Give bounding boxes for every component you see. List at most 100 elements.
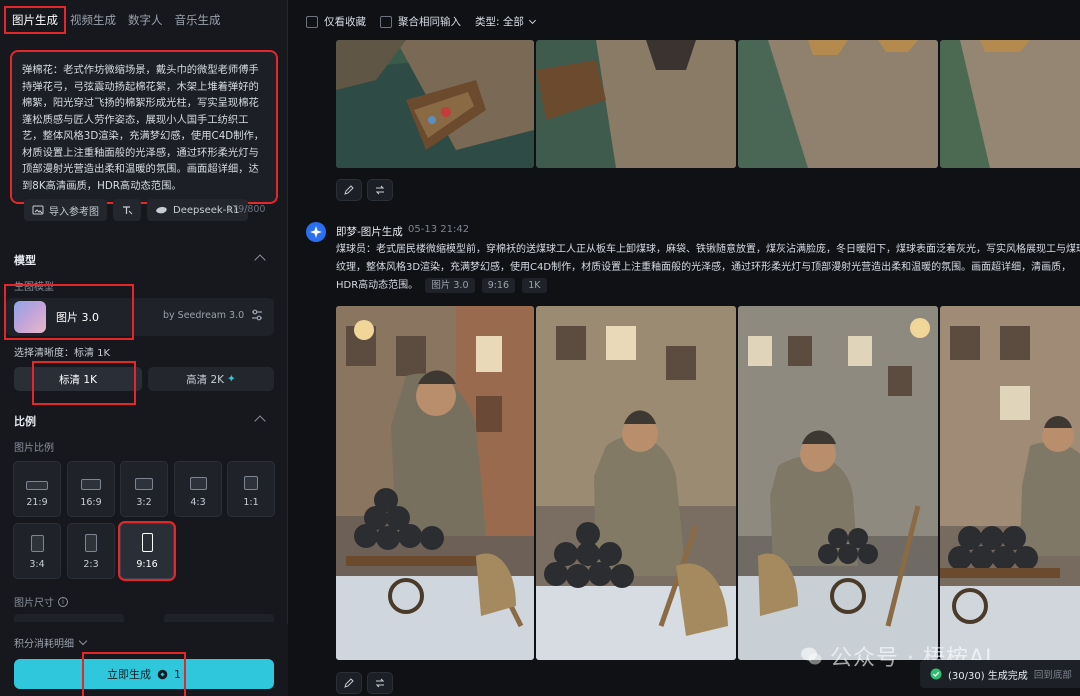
model-section-title: 模型	[14, 254, 36, 267]
ratio-label: 3:4	[29, 559, 45, 570]
generation-toast[interactable]: (30/30) 生成完成 回到底部	[920, 660, 1080, 688]
ratio-16-9[interactable]: 16:9	[67, 461, 115, 517]
jimeng-avatar	[306, 222, 326, 242]
ratio-section-title: 比例	[14, 415, 36, 428]
back-to-bottom-link[interactable]: 回到底部	[1034, 667, 1072, 681]
result-image-5[interactable]	[336, 306, 534, 660]
refresh-icon	[375, 185, 385, 195]
char-counter: 179/800	[226, 204, 266, 215]
result-image-7[interactable]	[738, 306, 938, 660]
tab-video-generation[interactable]: 视频生成	[64, 8, 122, 32]
chevron-down-icon	[78, 636, 88, 646]
ratio-shape	[81, 479, 101, 490]
result-image-graphic	[536, 306, 736, 660]
ratio-label: 21:9	[26, 497, 48, 508]
ratio-3-2[interactable]: 3:2	[120, 461, 168, 517]
ratio-2-3[interactable]: 2:3	[67, 523, 115, 579]
merge-filter[interactable]: 聚合相同输入	[380, 14, 461, 29]
ratio-label: 2:3	[83, 559, 99, 570]
result-image-6[interactable]	[536, 306, 736, 660]
ratio-3-4[interactable]: 3:4	[13, 523, 61, 579]
result-image-graphic	[336, 40, 534, 168]
generate-button[interactable]: 立即生成 1	[14, 659, 274, 689]
credits-detail[interactable]: 积分消耗明细	[14, 635, 88, 650]
result-image-graphic	[536, 40, 736, 168]
result-image-graphic	[940, 40, 1080, 168]
result-image-4[interactable]	[940, 40, 1080, 168]
tab-image-generation[interactable]: 图片生成	[4, 6, 66, 34]
model-selector[interactable]: 图片 3.0 by Seedream 3.0	[6, 298, 274, 336]
regenerate-button[interactable]	[367, 672, 393, 694]
model-name: 图片 3.0	[56, 311, 99, 324]
ratio-1-1[interactable]: 1:1	[227, 461, 275, 517]
result-image-2[interactable]	[536, 40, 736, 168]
ratio-sub-label: 图片比例	[14, 443, 54, 454]
result-image-graphic	[738, 306, 938, 660]
tag-ratio: 9:16	[481, 278, 516, 293]
ratio-shape	[141, 533, 153, 552]
import-reference-button[interactable]: 导入参考图	[24, 199, 107, 221]
prompt-textarea[interactable]: 弹棉花：老式作坊微缩场景，戴头巾的微型老师傅手持弹花弓，弓弦震动扬起棉花絮，木架…	[10, 50, 278, 204]
filter-bar: 仅看收藏 聚合相同输入 类型: 全部	[306, 14, 541, 29]
ratio-shape	[30, 535, 44, 552]
chevron-down-icon	[528, 16, 536, 24]
ratio-label: 16:9	[80, 497, 102, 508]
generate-cost: 1	[174, 667, 181, 681]
post-title: 即梦-图片生成	[336, 226, 403, 238]
ratio-9-16[interactable]: 9:16	[118, 521, 176, 581]
toast-text: (30/30) 生成完成	[948, 670, 1028, 682]
clarity-label: 选择清晰度：标清 1K	[14, 348, 111, 359]
ratio-shape	[135, 478, 153, 490]
ratio-label: 9:16	[136, 559, 158, 570]
type-label: 类型: 全部	[475, 16, 524, 28]
favorites-label: 仅看收藏	[324, 16, 366, 28]
chevron-up-icon[interactable]	[254, 254, 266, 266]
quality-standard-button[interactable]: 标清 1K	[14, 367, 142, 391]
edit-button[interactable]	[336, 179, 362, 201]
checkbox[interactable]	[306, 15, 318, 28]
info-icon[interactable]: i	[58, 596, 68, 607]
result-image-graphic	[336, 306, 534, 660]
size-label-text: 图片尺寸	[14, 598, 54, 609]
quality-hd-label: 高清 2K	[186, 373, 225, 386]
ratio-4-3[interactable]: 4:3	[174, 461, 222, 517]
result-image-graphic	[738, 40, 938, 168]
tag-model: 图片 3.0	[425, 278, 475, 293]
ratio-label: 1:1	[243, 497, 259, 508]
chevron-up-icon[interactable]	[254, 415, 266, 427]
ratio-label: 3:2	[136, 497, 152, 508]
prompt-toolbar: 导入参考图 Deepseek-R1	[24, 199, 248, 221]
sparkle-icon: ✦	[227, 373, 236, 385]
quality-standard-label: 标清 1K	[59, 373, 97, 386]
size-field-right[interactable]	[164, 614, 274, 622]
post-description: 煤球员：老式居民楼微缩模型前，穿棉袄的送煤球工人正从板车上卸煤球，麻袋、铁锹随意…	[336, 241, 1080, 295]
size-field-left[interactable]	[14, 614, 124, 622]
pencil-icon	[344, 185, 354, 195]
result-image-graphic	[940, 306, 1080, 660]
ratio-21-9[interactable]: 21:9	[13, 461, 61, 517]
refresh-icon	[375, 678, 385, 688]
star-logo-icon	[310, 226, 322, 238]
sliders-icon[interactable]	[250, 308, 264, 322]
tab-digital-human[interactable]: 数字人	[122, 8, 169, 32]
model-thumbnail	[14, 301, 46, 333]
edit-button[interactable]	[336, 672, 362, 694]
tab-music-generation[interactable]: 音乐生成	[169, 8, 227, 32]
whale-icon	[156, 206, 167, 213]
ratio-shape	[244, 476, 258, 490]
post-time: 05-13 21:42	[408, 224, 470, 235]
model-provider: by Seedream 3.0	[163, 310, 245, 321]
quality-hd-button[interactable]: 高清 2K ✦	[148, 367, 274, 391]
result-image-8[interactable]	[940, 306, 1080, 660]
result-image-1[interactable]	[336, 40, 534, 168]
size-label: 图片尺寸 i	[14, 594, 68, 609]
mode-tabs: 图片生成 视频生成 数字人 音乐生成	[4, 6, 227, 34]
left-panel: 图片生成 视频生成 数字人 音乐生成 弹棉花：老式作坊微缩场景，戴头巾的微型老师…	[0, 0, 288, 696]
regenerate-button[interactable]	[367, 179, 393, 201]
type-filter[interactable]: 类型: 全部	[475, 14, 536, 29]
text-format-button[interactable]	[113, 199, 141, 221]
favorites-filter[interactable]: 仅看收藏	[306, 14, 366, 29]
checkbox[interactable]	[380, 15, 392, 28]
result-image-3[interactable]	[738, 40, 938, 168]
credits-label: 积分消耗明细	[14, 639, 74, 650]
